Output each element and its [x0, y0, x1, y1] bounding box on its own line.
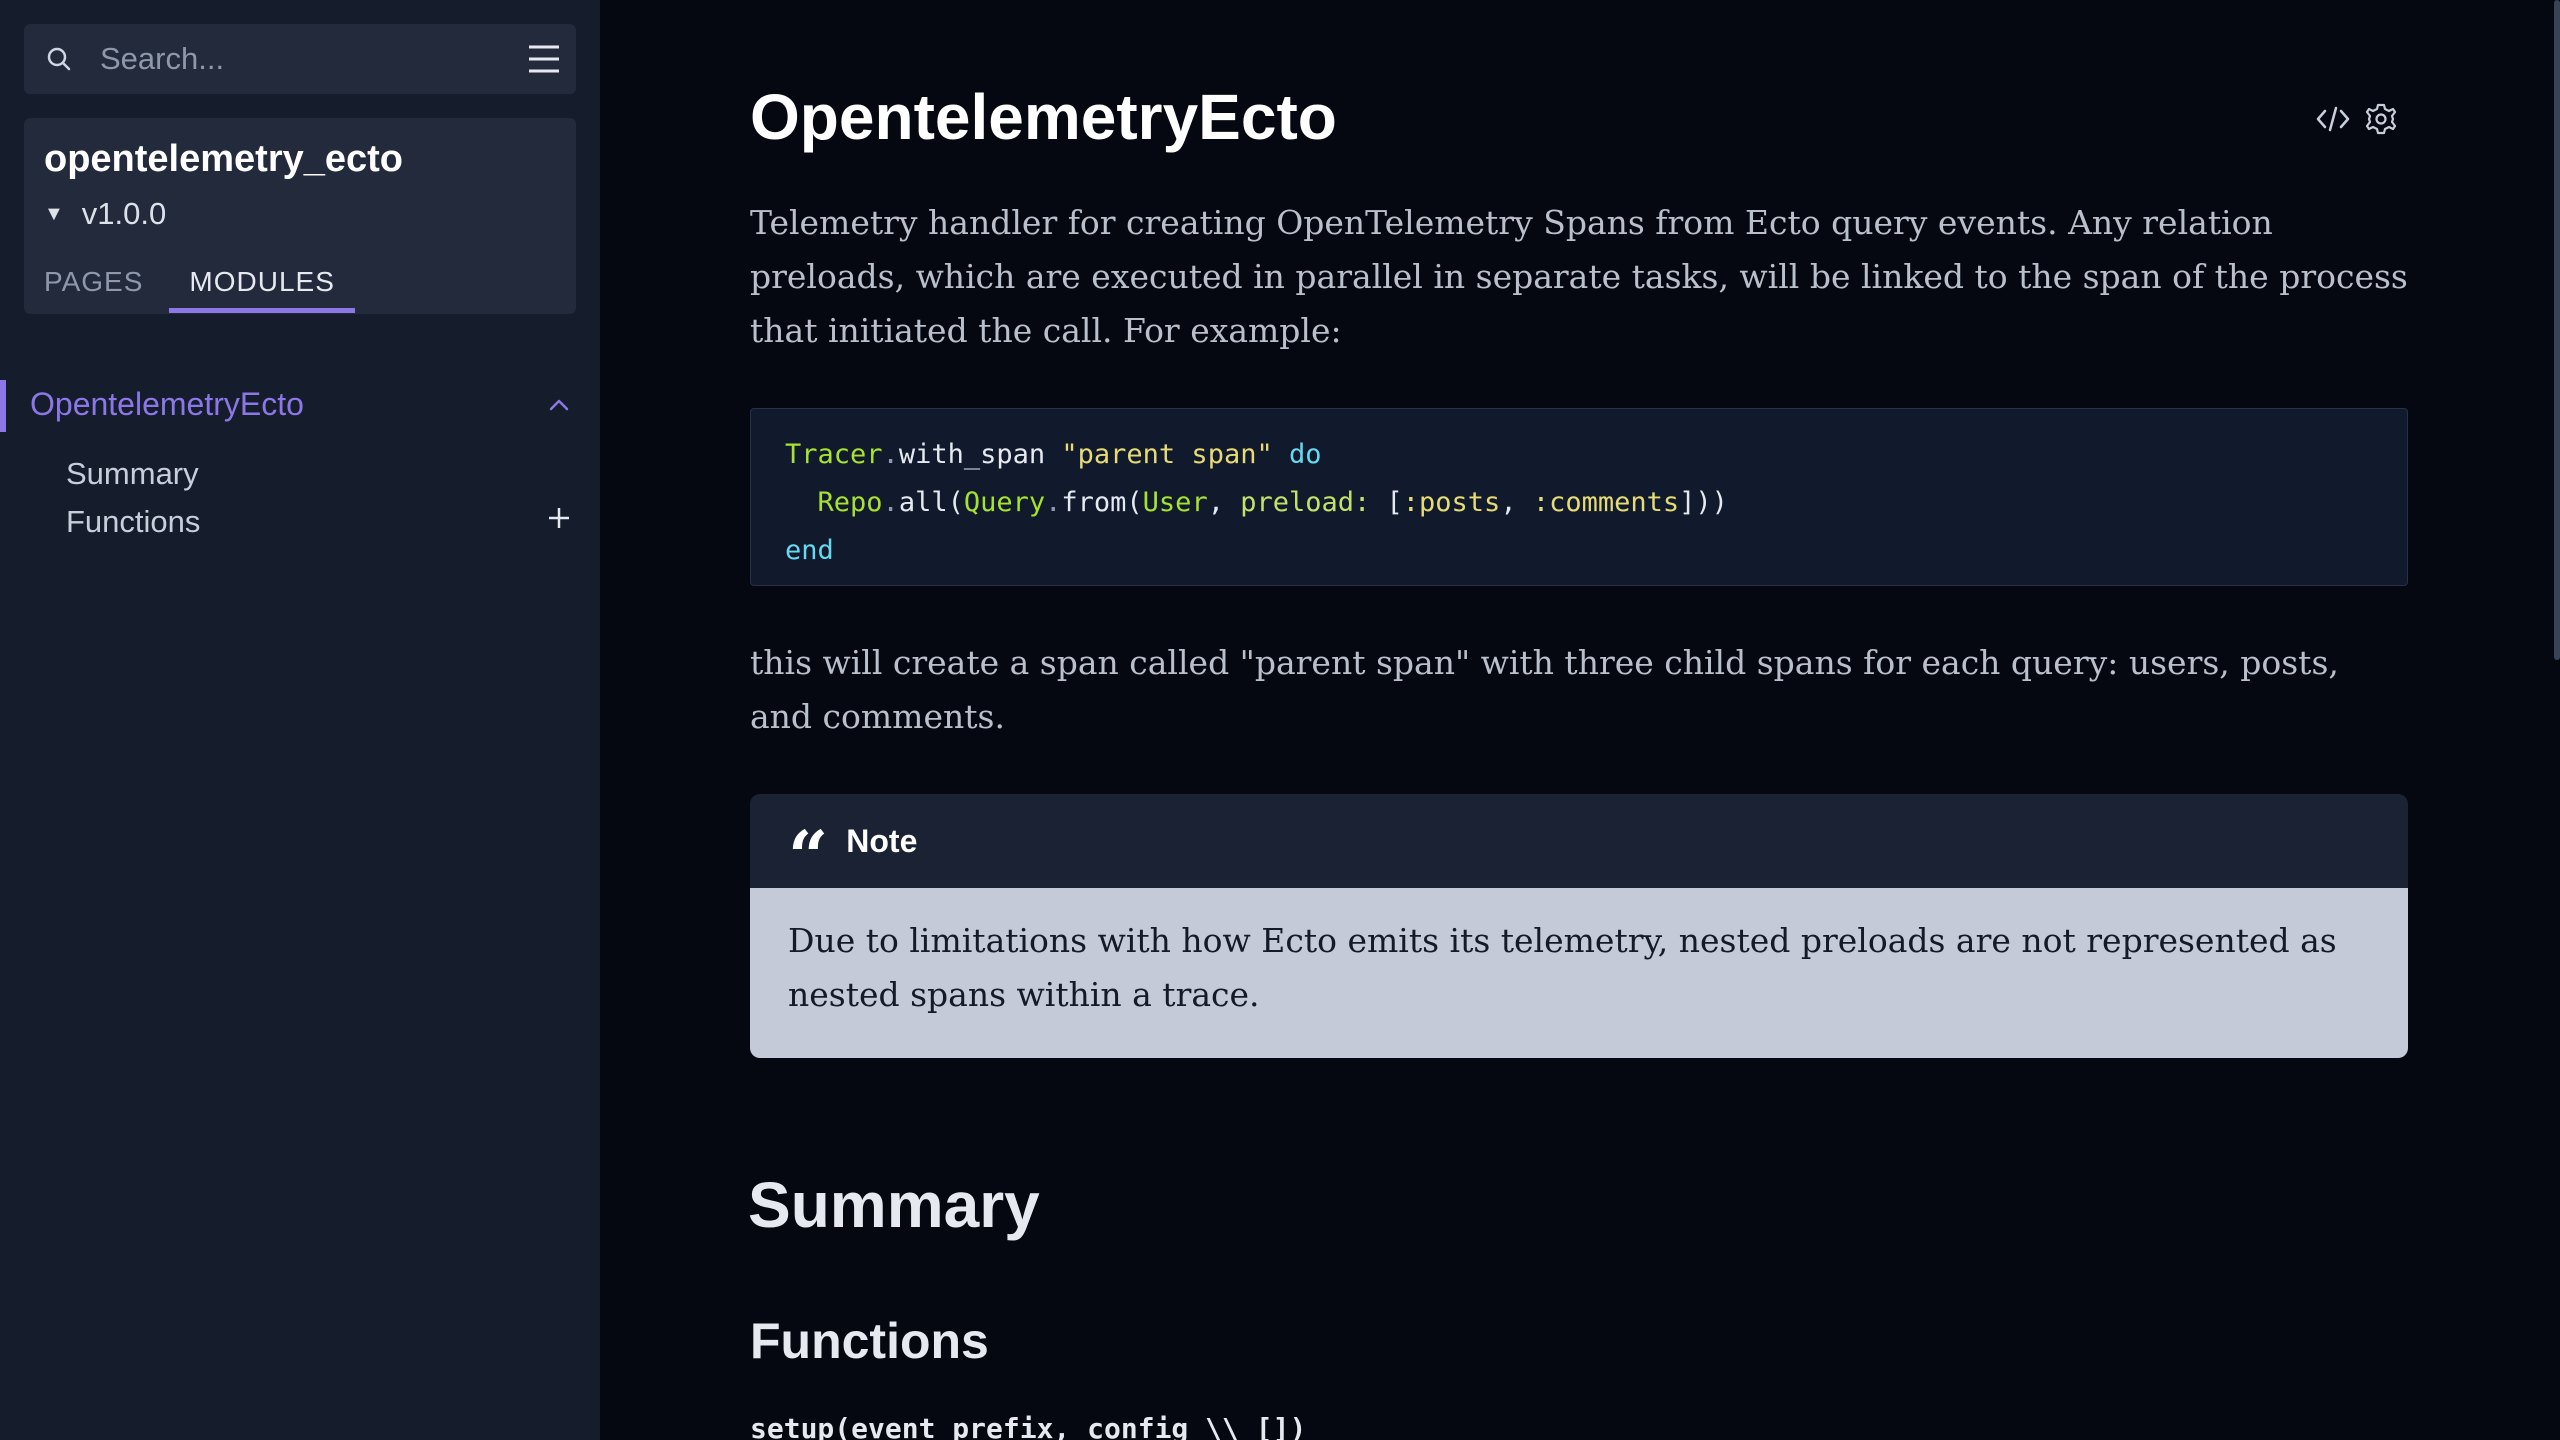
- sidebar-tabs: PAGES MODULES: [44, 258, 355, 313]
- main-content: OpentelemetryEcto Telemetry handler for …: [600, 0, 2560, 1440]
- search-input[interactable]: [100, 36, 520, 82]
- page-tools: [2314, 100, 2400, 138]
- code-token: ,: [1500, 487, 1533, 518]
- scrollbar[interactable]: [2554, 0, 2560, 660]
- menu-icon[interactable]: [526, 41, 562, 77]
- code-token: do: [1288, 439, 1322, 470]
- function-signature-link[interactable]: setup(event_prefix, config \\ []): [750, 1412, 1306, 1440]
- code-token: preload:: [1240, 487, 1371, 518]
- sidebar-item-module[interactable]: OpentelemetryEcto: [0, 380, 600, 432]
- project-panel: opentelemetry_ecto ▼ v1.0.0 PAGES MODULE…: [24, 118, 576, 314]
- code-token: with_span: [898, 439, 1046, 470]
- page-title: OpentelemetryEcto: [750, 81, 1337, 153]
- intro-paragraph: Telemetry handler for creating OpenTelem…: [750, 203, 2408, 350]
- note-label: Note: [846, 822, 918, 859]
- chevron-up-icon[interactable]: [544, 390, 574, 420]
- explanation-paragraph: this will create a span called "parent s…: [750, 643, 2339, 736]
- tab-modules[interactable]: MODULES: [169, 258, 355, 313]
- code-token: end: [785, 535, 834, 566]
- sidebar-item-functions[interactable]: Functions: [66, 504, 200, 540]
- search-icon: [47, 47, 71, 71]
- code-token: [: [1370, 487, 1403, 518]
- code-token: all(: [898, 487, 964, 518]
- summary-heading: Summary: [748, 1169, 1040, 1241]
- code-icon[interactable]: [2314, 100, 2352, 138]
- caret-down-icon: ▼: [44, 202, 64, 225]
- code-token: ,: [1207, 487, 1241, 518]
- code-token: Tracer: [785, 439, 883, 470]
- note-admonition: “ Note Due to limitations with how Ecto …: [750, 794, 2408, 1058]
- sidebar-item-module-label: OpentelemetryEcto: [30, 386, 304, 422]
- version-label: v1.0.0: [81, 196, 167, 231]
- sidebar-item-summary[interactable]: Summary: [66, 456, 199, 492]
- code-token: User: [1142, 487, 1208, 518]
- code-block: Tracer.with_span "parent span" do Repo.a…: [750, 408, 2408, 586]
- quote-icon: “: [788, 815, 829, 898]
- code-token: :comments: [1532, 487, 1680, 518]
- tab-pages[interactable]: PAGES: [44, 258, 143, 313]
- active-indicator: [0, 380, 6, 432]
- code-token: from(: [1061, 487, 1143, 518]
- code-token: Query: [963, 487, 1046, 518]
- code-token: "parent span": [1061, 439, 1273, 470]
- functions-heading: Functions: [750, 1313, 989, 1369]
- plus-icon[interactable]: [546, 505, 572, 531]
- settings-icon[interactable]: [2362, 100, 2400, 138]
- code-token: ])): [1679, 487, 1728, 518]
- sidebar: opentelemetry_ecto ▼ v1.0.0 PAGES MODULE…: [0, 0, 600, 1440]
- note-body: Due to limitations with how Ecto emits i…: [750, 888, 2408, 1058]
- note-header: “ Note: [750, 794, 2408, 898]
- code-token: :posts: [1402, 487, 1501, 518]
- version-selector[interactable]: ▼ v1.0.0: [44, 196, 166, 232]
- search-bar: [24, 24, 576, 94]
- code-token: Repo: [817, 487, 883, 518]
- project-name[interactable]: opentelemetry_ecto: [44, 138, 403, 181]
